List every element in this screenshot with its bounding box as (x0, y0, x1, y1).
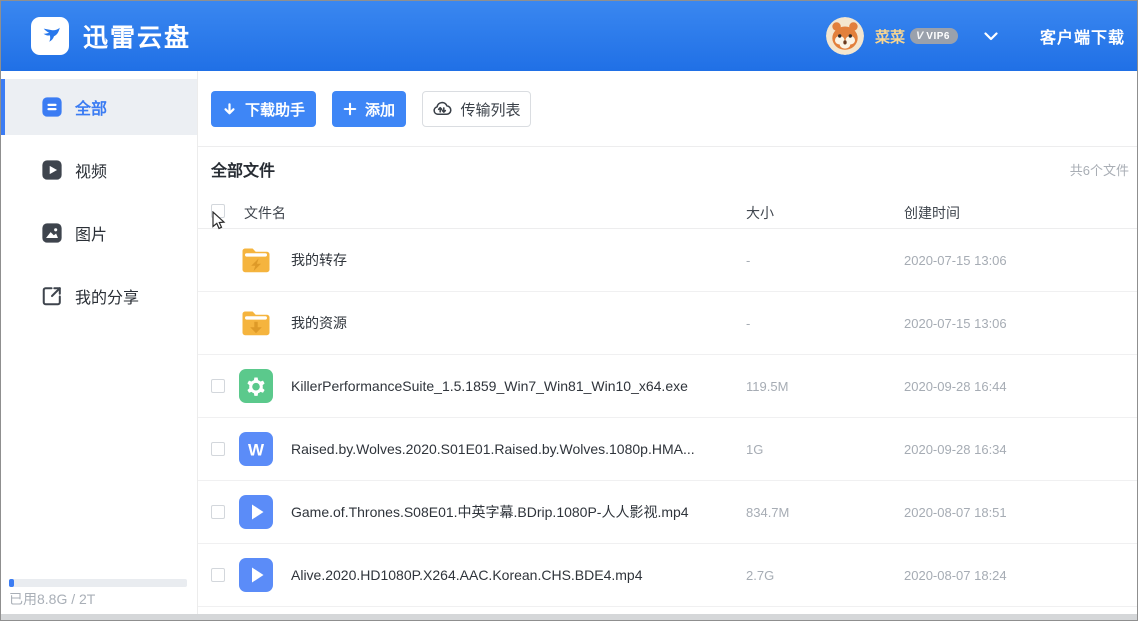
file-name[interactable]: KillerPerformanceSuite_1.5.1859_Win7_Win… (291, 355, 688, 418)
table-row[interactable]: Alive.2020.HD1080P.X264.AAC.Korean.CHS.B… (198, 544, 1137, 607)
share-icon (41, 285, 63, 307)
table-row[interactable]: Game.of.Thrones.S08E01.中英字幕.BDrip.1080P-… (198, 481, 1137, 544)
table-row[interactable]: 我的转存 - 2020-07-15 13:06 (198, 229, 1137, 292)
vip-v-icon: V (915, 30, 924, 42)
sidebar-item-3[interactable]: 我的分享 (1, 268, 197, 324)
file-name[interactable]: 我的转存 (291, 229, 347, 292)
folder-download-icon (238, 305, 274, 341)
file-list: 我的转存 - 2020-07-15 13:06 我的资源 - 2020-07-15 13:… (198, 229, 1137, 607)
file-date: 2020-08-07 18:51 (904, 505, 1007, 520)
download-helper-label: 下载助手 (244, 101, 305, 119)
app-title: 迅雷云盘 (83, 24, 192, 52)
sidebar: 全部视频图片我的分享 已用8.8G / 2T (1, 71, 198, 620)
row-checkbox[interactable] (211, 568, 225, 582)
sidebar-item-label: 我的分享 (75, 290, 140, 307)
sidebar-item-label: 视频 (75, 164, 108, 181)
file-name[interactable]: Game.of.Thrones.S08E01.中英字幕.BDrip.1080P-… (291, 481, 689, 544)
storage-progress-fill (9, 579, 14, 587)
row-checkbox[interactable] (211, 442, 225, 456)
file-date: 2020-07-15 13:06 (904, 253, 1007, 268)
file-size: - (746, 253, 751, 268)
file-date: 2020-07-15 13:06 (904, 316, 1007, 331)
storage-usage-text: 已用8.8G / 2T (9, 591, 96, 607)
username[interactable]: 菜菜 (875, 26, 905, 47)
file-size: 834.7M (746, 505, 790, 520)
file-date: 2020-09-28 16:34 (904, 442, 1007, 457)
file-size: 119.5M (746, 379, 789, 394)
chevron-down-icon[interactable] (984, 31, 998, 41)
add-label: 添加 (364, 101, 395, 119)
sidebar-nav: 全部视频图片我的分享 (1, 71, 197, 324)
file-size: 2.7G (746, 568, 775, 583)
table-row[interactable]: W Raised.by.Wolves.2020.S01E01.Raised.by.… (198, 418, 1137, 481)
vip-level-label: VIP6 (926, 30, 950, 42)
column-header-size[interactable]: 大小 (746, 203, 774, 223)
svg-text:W: W (248, 441, 265, 460)
main-content: 下载助手 添加 传输列表 全部文件 共6个文件 文件名 大小 创建时间 我的转存… (198, 71, 1137, 620)
download-helper-button[interactable]: 下载助手 (211, 91, 316, 127)
file-size: - (746, 316, 751, 331)
toolbar-divider (198, 146, 1137, 147)
row-checkbox[interactable] (211, 379, 225, 393)
video-play-icon (238, 557, 274, 593)
all-files-icon (41, 96, 63, 118)
table-row[interactable]: 我的资源 - 2020-07-15 13:06 (198, 292, 1137, 355)
transfer-list-button[interactable]: 传输列表 (422, 91, 531, 127)
select-all-checkbox[interactable] (211, 204, 225, 218)
xunlei-bird-icon (43, 27, 60, 42)
xunlei-cloud-drive-window: 迅雷云盘 菜菜 V VIP6 客户端下载 全部视频图片我的分享 已用8.8G /… (0, 0, 1138, 621)
sidebar-item-label: 全部 (75, 101, 108, 118)
image-icon (41, 222, 63, 244)
cloud-transfer-icon (432, 99, 453, 119)
section-title: 全部文件 (211, 163, 276, 180)
xunlei-logo[interactable] (31, 17, 69, 55)
client-download-link[interactable]: 客户端下载 (1040, 24, 1125, 48)
transfer-list-label: 传输列表 (460, 101, 521, 119)
file-name[interactable]: Raised.by.Wolves.2020.S01E01.Raised.by.W… (291, 418, 695, 481)
file-size: 1G (746, 442, 764, 457)
add-button[interactable]: 添加 (332, 91, 406, 127)
file-name[interactable]: 我的资源 (291, 292, 347, 355)
horizontal-scrollbar[interactable] (1, 614, 1137, 620)
exe-gear-icon (238, 368, 274, 404)
doc-w-icon: W (238, 431, 274, 467)
file-date: 2020-08-07 18:24 (904, 568, 1007, 583)
sidebar-item-label: 图片 (75, 227, 108, 244)
video-play-icon (238, 494, 274, 530)
plus-icon (343, 102, 357, 116)
table-header: 文件名 大小 创建时间 (198, 196, 1137, 229)
storage-progress-bar (9, 579, 187, 587)
video-icon (41, 159, 63, 181)
sidebar-item-0[interactable]: 全部 (1, 79, 197, 135)
table-row[interactable]: KillerPerformanceSuite_1.5.1859_Win7_Win… (198, 355, 1137, 418)
sidebar-item-2[interactable]: 图片 (1, 205, 197, 261)
row-checkbox[interactable] (211, 505, 225, 519)
user-avatar[interactable] (825, 17, 864, 55)
file-name[interactable]: Alive.2020.HD1080P.X264.AAC.Korean.CHS.B… (291, 544, 643, 607)
column-header-created[interactable]: 创建时间 (904, 203, 960, 223)
file-count-badge: 共6个文件 (1069, 163, 1129, 178)
column-header-name[interactable]: 文件名 (244, 203, 286, 223)
top-header: 迅雷云盘 菜菜 V VIP6 客户端下载 (1, 1, 1137, 71)
sidebar-item-1[interactable]: 视频 (1, 142, 197, 198)
header-right-area: 菜菜 V VIP6 客户端下载 (825, 1, 1127, 71)
vip-badge[interactable]: V VIP6 (909, 28, 958, 44)
download-arrow-icon (222, 102, 237, 117)
folder-transfer-icon (238, 242, 274, 278)
file-date: 2020-09-28 16:44 (904, 379, 1007, 394)
